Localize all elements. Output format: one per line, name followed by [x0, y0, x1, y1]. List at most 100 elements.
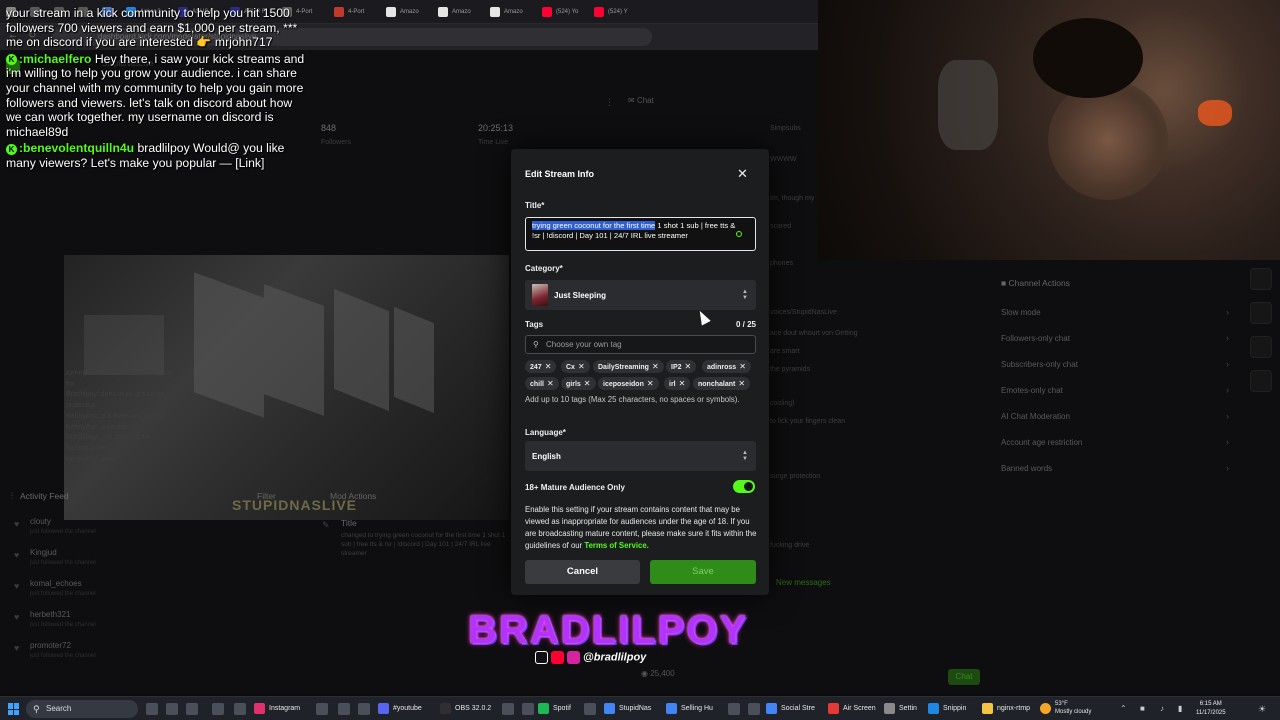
- new-messages-link[interactable]: New messages: [776, 578, 831, 587]
- chevron-right-icon[interactable]: ›: [1226, 307, 1229, 317]
- tag-chip[interactable]: IP2 ✕: [666, 360, 697, 373]
- taskbar-app[interactable]: OBS 32.0.2: [440, 697, 491, 720]
- channel-action-item[interactable]: AI Chat Moderation: [1001, 412, 1070, 421]
- tag-chip[interactable]: irl ✕: [664, 377, 691, 390]
- browser-tab[interactable]: 4-Port: [328, 0, 380, 23]
- taskbar-clock[interactable]: 6:15 AM 11/17/2025: [1196, 700, 1226, 718]
- send-chat-button[interactable]: Chat: [948, 669, 980, 685]
- taskbar-app-icon[interactable]: [728, 703, 740, 715]
- cancel-button[interactable]: Cancel: [525, 560, 640, 584]
- taskbar-app[interactable]: Social Stre: [766, 697, 815, 720]
- network-icon[interactable]: ■: [1140, 697, 1145, 720]
- stream-preview[interactable]: [64, 255, 509, 520]
- tags-label: Tags: [525, 320, 544, 329]
- language-select[interactable]: English ▲ ▼: [525, 441, 756, 471]
- browser-tab[interactable]: (524) Yo: [536, 0, 588, 23]
- channel-actions-label: Channel Actions: [1008, 278, 1070, 288]
- taskbar-app[interactable]: Snippin: [928, 697, 966, 720]
- taskbar-app-icon[interactable]: [338, 703, 350, 715]
- taskbar-app-icon[interactable]: [146, 703, 158, 715]
- app-icon: [928, 702, 939, 714]
- save-button[interactable]: Save: [650, 560, 756, 584]
- side-tools-icon[interactable]: [1250, 370, 1272, 392]
- tag-chip[interactable]: adinross ✕: [702, 360, 751, 373]
- mature-toggle[interactable]: [733, 480, 755, 493]
- remove-tag-icon[interactable]: ✕: [547, 379, 554, 388]
- terms-of-service-link[interactable]: Terms of Service.: [584, 541, 648, 550]
- channel-action-item[interactable]: Followers-only chat: [1001, 334, 1070, 343]
- tag-chip[interactable]: girls ✕: [561, 377, 596, 390]
- side-layout-icon[interactable]: [1250, 336, 1272, 358]
- browser-tab[interactable]: Amazo: [484, 0, 536, 23]
- remove-tag-icon[interactable]: ✕: [679, 379, 686, 388]
- taskbar-app-icon[interactable]: [502, 703, 514, 715]
- app-icon: [538, 702, 549, 714]
- windows-start-icon[interactable]: [8, 703, 20, 715]
- chevron-right-icon[interactable]: ›: [1226, 463, 1229, 473]
- taskbar-app[interactable]: StupidNas: [604, 697, 651, 720]
- browser-tab[interactable]: Amazo: [432, 0, 484, 23]
- notification-bell-icon[interactable]: ☀: [1258, 697, 1266, 720]
- taskbar-app-icon[interactable]: [748, 703, 760, 715]
- stream-title-input[interactable]: trying green coconut for the first time …: [525, 217, 756, 251]
- taskbar-app-icon[interactable]: [584, 703, 596, 715]
- followers-stat: 848 Followers: [321, 123, 351, 146]
- drag-handle-icon[interactable]: ⋮: [8, 491, 16, 500]
- battery-icon[interactable]: ▮: [1178, 697, 1182, 720]
- tag-chip[interactable]: iceposeidon ✕: [598, 377, 659, 390]
- more-icon[interactable]: ⋮: [605, 97, 614, 108]
- social-handle: @bradlilpoy: [583, 651, 647, 664]
- taskbar-app-icon[interactable]: [212, 703, 224, 715]
- remove-tag-icon[interactable]: ✕: [584, 379, 591, 388]
- tag-chip[interactable]: nonchalant ✕: [693, 377, 751, 390]
- taskbar-app[interactable]: Spotif: [538, 697, 571, 720]
- feed-username: komal_echoes: [30, 579, 82, 588]
- close-icon[interactable]: ✕: [737, 166, 748, 182]
- remove-tag-icon[interactable]: ✕: [652, 362, 659, 371]
- tag-chip[interactable]: chill ✕: [525, 377, 559, 390]
- side-chat-icon[interactable]: [1250, 268, 1272, 290]
- browser-tab[interactable]: (524) Y: [588, 0, 640, 23]
- tag-chip[interactable]: Cx ✕: [561, 360, 590, 373]
- taskbar-app-icon[interactable]: [358, 703, 370, 715]
- volume-icon[interactable]: ♪: [1160, 697, 1164, 720]
- taskbar-app[interactable]: Instagram: [254, 697, 300, 720]
- taskbar-app[interactable]: Settin: [884, 697, 917, 720]
- taskbar-app[interactable]: nginx-rtmp: [982, 697, 1030, 720]
- tray-chevron-icon[interactable]: ⌃: [1120, 697, 1127, 720]
- channel-action-item[interactable]: Emotes-only chat: [1001, 386, 1063, 395]
- channel-action-item[interactable]: Account age restriction: [1001, 438, 1082, 447]
- taskbar-search[interactable]: ⚲ Search: [26, 700, 138, 718]
- weather-widget[interactable]: 53°F Mostly cloudy: [1040, 697, 1091, 720]
- tab-label: Amazo: [400, 9, 419, 15]
- channel-action-item[interactable]: Banned words: [1001, 464, 1052, 473]
- taskbar-app[interactable]: #youtube: [378, 697, 422, 720]
- tag-search-input[interactable]: ⚲ Choose your own tag: [525, 335, 756, 354]
- chevron-right-icon[interactable]: ›: [1226, 359, 1229, 369]
- channel-action-item[interactable]: Subscribers-only chat: [1001, 360, 1078, 369]
- browser-tab[interactable]: Amazo: [380, 0, 432, 23]
- side-link-icon[interactable]: [1250, 302, 1272, 324]
- chevron-right-icon[interactable]: ›: [1226, 437, 1229, 447]
- taskbar-app-icon[interactable]: [316, 703, 328, 715]
- taskbar-app-icon[interactable]: [234, 703, 246, 715]
- channel-action-item[interactable]: Slow mode: [1001, 308, 1041, 317]
- taskbar-app[interactable]: Air Screen: [828, 697, 876, 720]
- taskbar-app-icon[interactable]: [186, 703, 198, 715]
- remove-tag-icon[interactable]: ✕: [738, 379, 745, 388]
- chevron-right-icon[interactable]: ›: [1226, 411, 1229, 421]
- taskbar-app-icon[interactable]: [166, 703, 178, 715]
- chevron-right-icon[interactable]: ›: [1226, 385, 1229, 395]
- filter-button[interactable]: Filter: [257, 491, 276, 501]
- tag-chip[interactable]: DailyStreaming ✕: [593, 360, 664, 373]
- category-select[interactable]: Just Sleeping ▲ ▼: [525, 280, 756, 310]
- chevron-right-icon[interactable]: ›: [1226, 333, 1229, 343]
- remove-tag-icon[interactable]: ✕: [545, 362, 552, 371]
- remove-tag-icon[interactable]: ✕: [578, 362, 585, 371]
- remove-tag-icon[interactable]: ✕: [685, 362, 692, 371]
- taskbar-app[interactable]: Selling Hu: [666, 697, 713, 720]
- remove-tag-icon[interactable]: ✕: [739, 362, 746, 371]
- remove-tag-icon[interactable]: ✕: [647, 379, 654, 388]
- tag-chip[interactable]: 247 ✕: [525, 360, 557, 373]
- taskbar-app-icon[interactable]: [522, 703, 534, 715]
